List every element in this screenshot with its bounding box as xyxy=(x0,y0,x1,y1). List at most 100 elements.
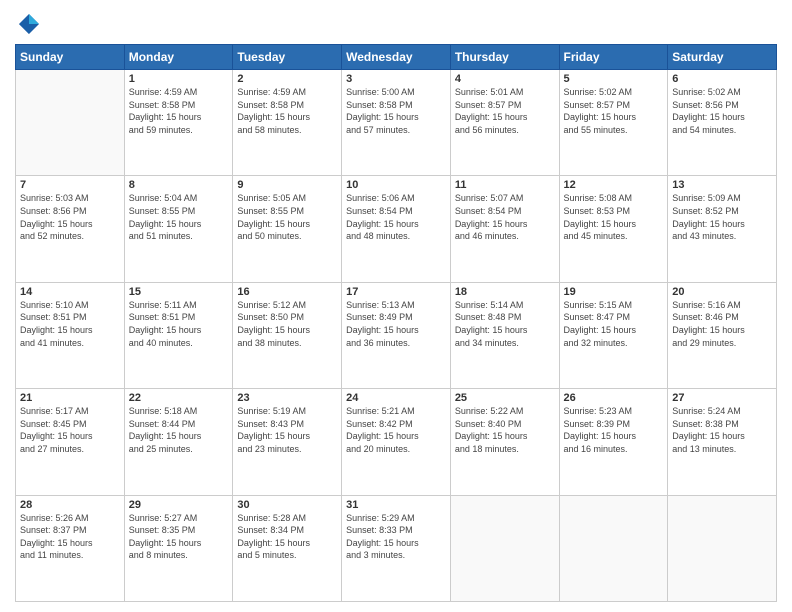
header xyxy=(15,10,777,38)
day-info: Sunrise: 5:08 AM Sunset: 8:53 PM Dayligh… xyxy=(564,192,664,242)
day-info: Sunrise: 5:21 AM Sunset: 8:42 PM Dayligh… xyxy=(346,405,446,455)
calendar-week-row: 21Sunrise: 5:17 AM Sunset: 8:45 PM Dayli… xyxy=(16,389,777,495)
day-info: Sunrise: 5:02 AM Sunset: 8:57 PM Dayligh… xyxy=(564,86,664,136)
calendar-cell: 13Sunrise: 5:09 AM Sunset: 8:52 PM Dayli… xyxy=(668,176,777,282)
page: SundayMondayTuesdayWednesdayThursdayFrid… xyxy=(0,0,792,612)
day-info: Sunrise: 5:28 AM Sunset: 8:34 PM Dayligh… xyxy=(237,512,337,562)
day-info: Sunrise: 5:05 AM Sunset: 8:55 PM Dayligh… xyxy=(237,192,337,242)
day-number: 8 xyxy=(129,179,229,191)
day-info: Sunrise: 5:07 AM Sunset: 8:54 PM Dayligh… xyxy=(455,192,555,242)
calendar-cell: 12Sunrise: 5:08 AM Sunset: 8:53 PM Dayli… xyxy=(559,176,668,282)
day-number: 7 xyxy=(20,179,120,191)
day-number: 22 xyxy=(129,392,229,404)
calendar-cell: 14Sunrise: 5:10 AM Sunset: 8:51 PM Dayli… xyxy=(16,282,125,388)
day-info: Sunrise: 5:22 AM Sunset: 8:40 PM Dayligh… xyxy=(455,405,555,455)
calendar-cell: 26Sunrise: 5:23 AM Sunset: 8:39 PM Dayli… xyxy=(559,389,668,495)
calendar-week-row: 14Sunrise: 5:10 AM Sunset: 8:51 PM Dayli… xyxy=(16,282,777,388)
calendar-cell: 19Sunrise: 5:15 AM Sunset: 8:47 PM Dayli… xyxy=(559,282,668,388)
day-number: 2 xyxy=(237,73,337,85)
day-info: Sunrise: 5:04 AM Sunset: 8:55 PM Dayligh… xyxy=(129,192,229,242)
weekday-header: Tuesday xyxy=(233,45,342,70)
day-number: 17 xyxy=(346,286,446,298)
calendar-cell: 28Sunrise: 5:26 AM Sunset: 8:37 PM Dayli… xyxy=(16,495,125,601)
day-info: Sunrise: 5:16 AM Sunset: 8:46 PM Dayligh… xyxy=(672,299,772,349)
day-number: 27 xyxy=(672,392,772,404)
day-info: Sunrise: 5:15 AM Sunset: 8:47 PM Dayligh… xyxy=(564,299,664,349)
day-number: 3 xyxy=(346,73,446,85)
day-info: Sunrise: 4:59 AM Sunset: 8:58 PM Dayligh… xyxy=(129,86,229,136)
calendar-cell xyxy=(16,70,125,176)
weekday-header: Friday xyxy=(559,45,668,70)
calendar-cell: 9Sunrise: 5:05 AM Sunset: 8:55 PM Daylig… xyxy=(233,176,342,282)
day-number: 12 xyxy=(564,179,664,191)
day-number: 31 xyxy=(346,499,446,511)
header-row: SundayMondayTuesdayWednesdayThursdayFrid… xyxy=(16,45,777,70)
day-number: 11 xyxy=(455,179,555,191)
calendar-week-row: 7Sunrise: 5:03 AM Sunset: 8:56 PM Daylig… xyxy=(16,176,777,282)
weekday-header: Sunday xyxy=(16,45,125,70)
calendar-cell: 6Sunrise: 5:02 AM Sunset: 8:56 PM Daylig… xyxy=(668,70,777,176)
logo xyxy=(15,10,47,38)
calendar-cell xyxy=(450,495,559,601)
day-number: 25 xyxy=(455,392,555,404)
calendar-cell: 17Sunrise: 5:13 AM Sunset: 8:49 PM Dayli… xyxy=(342,282,451,388)
day-number: 13 xyxy=(672,179,772,191)
day-number: 1 xyxy=(129,73,229,85)
calendar-cell: 21Sunrise: 5:17 AM Sunset: 8:45 PM Dayli… xyxy=(16,389,125,495)
day-info: Sunrise: 5:14 AM Sunset: 8:48 PM Dayligh… xyxy=(455,299,555,349)
day-number: 18 xyxy=(455,286,555,298)
day-info: Sunrise: 5:24 AM Sunset: 8:38 PM Dayligh… xyxy=(672,405,772,455)
day-number: 21 xyxy=(20,392,120,404)
day-number: 28 xyxy=(20,499,120,511)
calendar-cell: 15Sunrise: 5:11 AM Sunset: 8:51 PM Dayli… xyxy=(124,282,233,388)
day-number: 30 xyxy=(237,499,337,511)
day-info: Sunrise: 5:03 AM Sunset: 8:56 PM Dayligh… xyxy=(20,192,120,242)
day-info: Sunrise: 5:27 AM Sunset: 8:35 PM Dayligh… xyxy=(129,512,229,562)
day-info: Sunrise: 5:09 AM Sunset: 8:52 PM Dayligh… xyxy=(672,192,772,242)
day-info: Sunrise: 5:13 AM Sunset: 8:49 PM Dayligh… xyxy=(346,299,446,349)
calendar-cell: 24Sunrise: 5:21 AM Sunset: 8:42 PM Dayli… xyxy=(342,389,451,495)
day-info: Sunrise: 5:06 AM Sunset: 8:54 PM Dayligh… xyxy=(346,192,446,242)
day-info: Sunrise: 5:12 AM Sunset: 8:50 PM Dayligh… xyxy=(237,299,337,349)
day-info: Sunrise: 5:23 AM Sunset: 8:39 PM Dayligh… xyxy=(564,405,664,455)
calendar-cell: 31Sunrise: 5:29 AM Sunset: 8:33 PM Dayli… xyxy=(342,495,451,601)
day-number: 14 xyxy=(20,286,120,298)
calendar-cell: 2Sunrise: 4:59 AM Sunset: 8:58 PM Daylig… xyxy=(233,70,342,176)
calendar-cell xyxy=(559,495,668,601)
weekday-header: Wednesday xyxy=(342,45,451,70)
calendar-cell: 7Sunrise: 5:03 AM Sunset: 8:56 PM Daylig… xyxy=(16,176,125,282)
calendar-week-row: 1Sunrise: 4:59 AM Sunset: 8:58 PM Daylig… xyxy=(16,70,777,176)
calendar-cell: 3Sunrise: 5:00 AM Sunset: 8:58 PM Daylig… xyxy=(342,70,451,176)
calendar-cell: 18Sunrise: 5:14 AM Sunset: 8:48 PM Dayli… xyxy=(450,282,559,388)
calendar-cell: 10Sunrise: 5:06 AM Sunset: 8:54 PM Dayli… xyxy=(342,176,451,282)
calendar-cell: 8Sunrise: 5:04 AM Sunset: 8:55 PM Daylig… xyxy=(124,176,233,282)
calendar-week-row: 28Sunrise: 5:26 AM Sunset: 8:37 PM Dayli… xyxy=(16,495,777,601)
day-number: 24 xyxy=(346,392,446,404)
calendar-cell: 29Sunrise: 5:27 AM Sunset: 8:35 PM Dayli… xyxy=(124,495,233,601)
calendar-cell: 11Sunrise: 5:07 AM Sunset: 8:54 PM Dayli… xyxy=(450,176,559,282)
day-number: 23 xyxy=(237,392,337,404)
day-number: 10 xyxy=(346,179,446,191)
calendar-table: SundayMondayTuesdayWednesdayThursdayFrid… xyxy=(15,44,777,602)
day-info: Sunrise: 5:17 AM Sunset: 8:45 PM Dayligh… xyxy=(20,405,120,455)
calendar-cell: 27Sunrise: 5:24 AM Sunset: 8:38 PM Dayli… xyxy=(668,389,777,495)
calendar-cell: 1Sunrise: 4:59 AM Sunset: 8:58 PM Daylig… xyxy=(124,70,233,176)
calendar-cell: 4Sunrise: 5:01 AM Sunset: 8:57 PM Daylig… xyxy=(450,70,559,176)
day-number: 15 xyxy=(129,286,229,298)
weekday-header: Monday xyxy=(124,45,233,70)
day-info: Sunrise: 5:26 AM Sunset: 8:37 PM Dayligh… xyxy=(20,512,120,562)
weekday-header: Saturday xyxy=(668,45,777,70)
day-number: 26 xyxy=(564,392,664,404)
day-number: 4 xyxy=(455,73,555,85)
calendar-cell xyxy=(668,495,777,601)
day-info: Sunrise: 5:10 AM Sunset: 8:51 PM Dayligh… xyxy=(20,299,120,349)
day-number: 20 xyxy=(672,286,772,298)
weekday-header: Thursday xyxy=(450,45,559,70)
calendar-cell: 16Sunrise: 5:12 AM Sunset: 8:50 PM Dayli… xyxy=(233,282,342,388)
calendar-cell: 25Sunrise: 5:22 AM Sunset: 8:40 PM Dayli… xyxy=(450,389,559,495)
day-number: 29 xyxy=(129,499,229,511)
calendar-cell: 30Sunrise: 5:28 AM Sunset: 8:34 PM Dayli… xyxy=(233,495,342,601)
day-info: Sunrise: 5:00 AM Sunset: 8:58 PM Dayligh… xyxy=(346,86,446,136)
day-info: Sunrise: 5:01 AM Sunset: 8:57 PM Dayligh… xyxy=(455,86,555,136)
calendar-cell: 22Sunrise: 5:18 AM Sunset: 8:44 PM Dayli… xyxy=(124,389,233,495)
